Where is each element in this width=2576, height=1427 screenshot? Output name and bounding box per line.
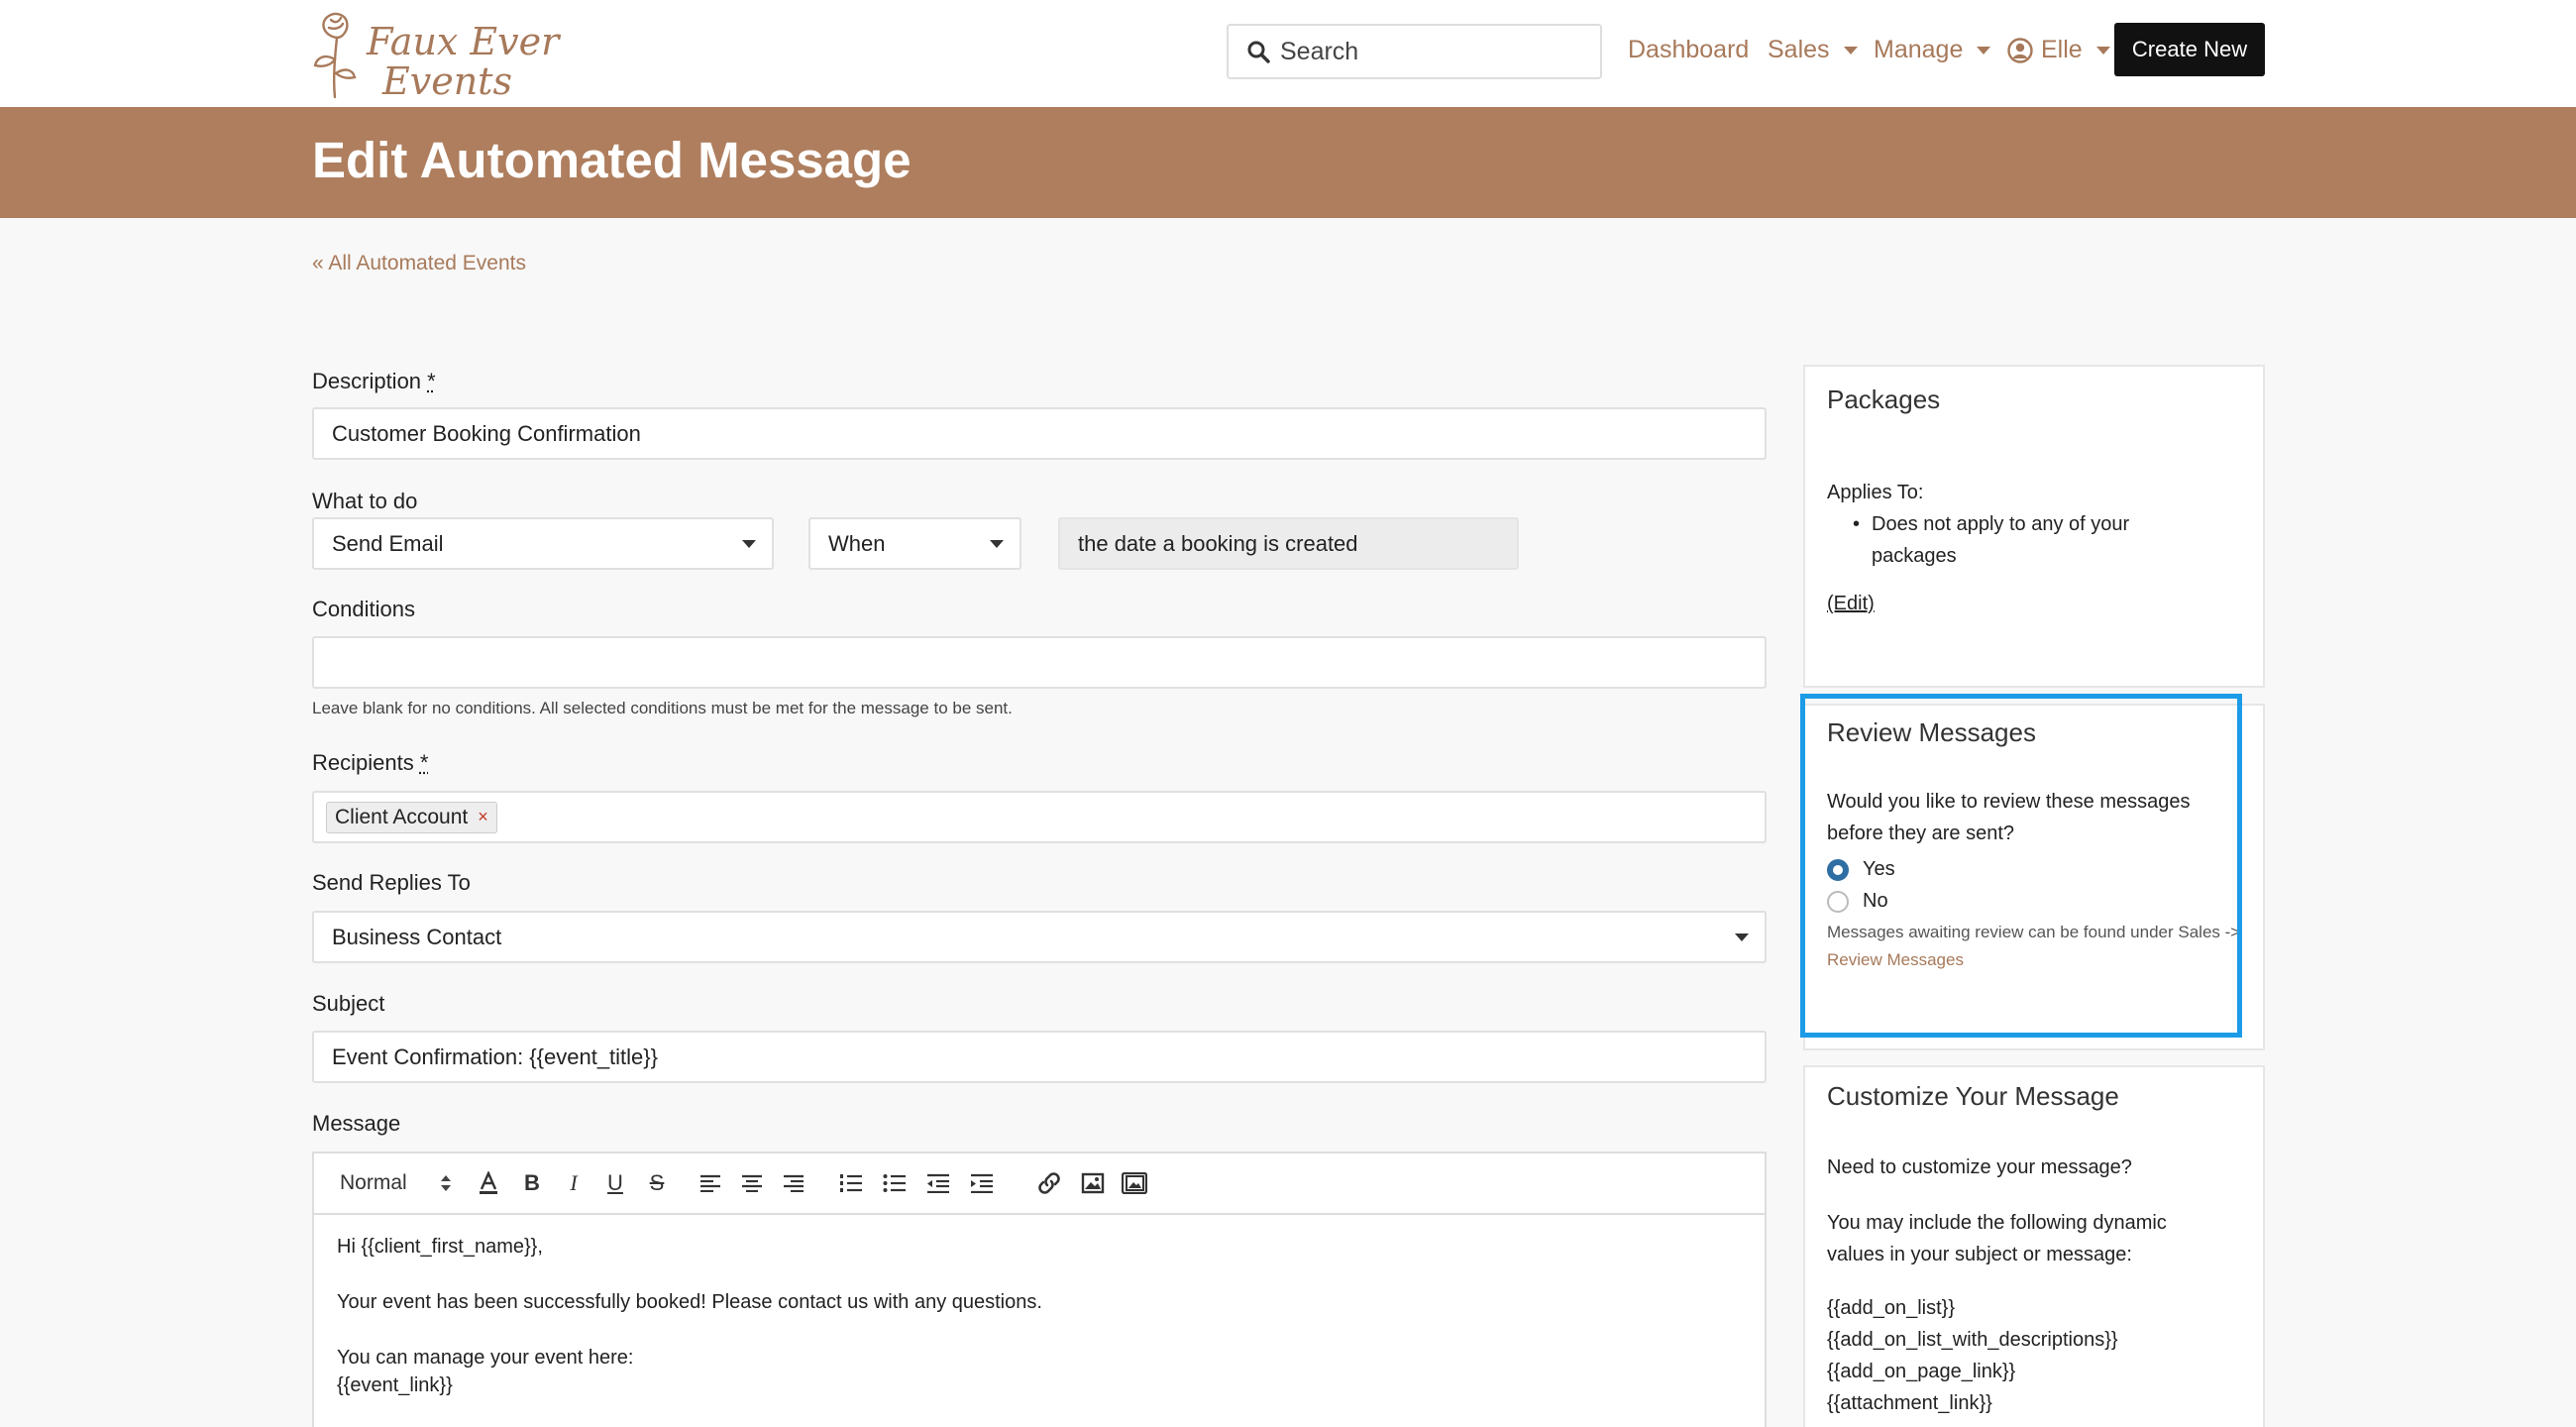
logo-text-line2: Events [382,59,512,103]
chevron-down-icon [2096,47,2110,55]
action-select[interactable]: Send Email [312,517,774,570]
page-title: Edit Automated Message [312,131,912,189]
subject-value: Event Confirmation: {{event_title}} [332,1044,658,1070]
conditions-help-text: Leave blank for no conditions. All selec… [312,699,1013,718]
conditions-input[interactable] [312,636,1767,689]
search-icon [1246,40,1270,63]
text-color-icon[interactable] [475,1166,502,1200]
description-label-text: Description [312,369,421,393]
recipient-tag-label: Client Account [335,806,468,829]
format-select[interactable]: Normal [340,1166,459,1200]
message-line: Hi {{client_first_name}}, [337,1233,1742,1261]
send-replies-label: Send Replies To [312,870,471,896]
user-avatar-icon [2007,38,2033,63]
message-editor[interactable]: Normal B I U S Hi {{client_first_name}},… [312,1152,1767,1427]
message-line [337,1316,1742,1344]
nav-sales-dropdown[interactable]: Sales [1768,36,1858,64]
conditions-label: Conditions [312,597,415,622]
message-line: Your event has been successfully booked!… [337,1288,1742,1316]
customize-message-card: Customize Your Message Need to customize… [1803,1065,2265,1427]
rose-icon [309,8,365,99]
applies-to-item: • Does not apply to any of your packages [1827,508,2241,572]
chevron-down-icon [742,540,756,548]
underline-icon[interactable]: U [601,1166,629,1200]
subject-input[interactable]: Event Confirmation: {{event_title}} [312,1031,1767,1083]
customize-explain: You may include the following dynamic va… [1827,1207,2223,1270]
bold-icon[interactable]: B [518,1166,546,1200]
chevron-down-icon [1844,47,1858,55]
top-navbar: Faux Ever Events Search Dashboard Sales … [0,0,2576,107]
description-input[interactable]: Customer Booking Confirmation [312,407,1767,460]
search-placeholder: Search [1280,38,1358,66]
timing-select[interactable]: When [808,517,1021,570]
recipients-input[interactable]: Client Account × [312,791,1767,843]
dynamic-value: {{add_on_list_with_descriptions}} [1827,1324,2241,1356]
timing-select-value: When [828,531,885,557]
message-label: Message [312,1111,400,1137]
dynamic-value: {{add_on_list}} [1827,1292,2241,1324]
italic-icon[interactable]: I [560,1166,588,1200]
sort-arrows-icon [439,1173,453,1193]
dynamic-value: {{add_on_page_link}} [1827,1356,2241,1387]
dynamic-values-list: {{add_on_list}} {{add_on_list_with_descr… [1827,1292,2241,1419]
editor-toolbar: Normal B I U S [314,1153,1765,1215]
send-replies-value: Business Contact [332,925,501,950]
required-marker: * [420,750,429,775]
image-icon[interactable] [1079,1166,1107,1200]
chevron-down-icon [990,540,1004,548]
applies-to-label: Applies To: [1827,477,2241,508]
message-line: {{event_link}} [337,1372,1742,1399]
logo-text-line1: Faux Ever [367,20,559,63]
nav-user-label: Elle [2041,36,2083,64]
what-to-do-label: What to do [312,489,417,514]
align-center-icon[interactable] [738,1166,766,1200]
message-body[interactable]: Hi {{client_first_name}}, Your event has… [314,1215,1765,1417]
brand-logo[interactable]: Faux Ever Events [309,6,527,101]
bullet-list-icon[interactable] [881,1166,909,1200]
ordered-list-icon[interactable] [837,1166,865,1200]
customize-title: Customize Your Message [1827,1081,2241,1112]
align-right-icon[interactable] [780,1166,807,1200]
recipients-label: Recipients * [312,750,428,776]
customize-intro: Need to customize your message? [1827,1152,2241,1183]
message-line: You can manage your event here: [337,1344,1742,1372]
nav-manage-label: Manage [1874,36,1963,64]
subject-label: Subject [312,991,384,1017]
remove-tag-icon[interactable]: × [478,807,488,827]
format-select-value: Normal [340,1171,407,1195]
trigger-field[interactable]: the date a booking is created [1058,517,1519,570]
packages-card: Packages Applies To: • Does not apply to… [1803,365,2265,688]
description-value: Customer Booking Confirmation [332,421,641,447]
recipient-tag[interactable]: Client Account × [326,802,497,833]
page-header-banner: Edit Automated Message [0,107,2576,218]
chevron-down-icon [1977,47,1990,55]
gallery-icon[interactable] [1121,1166,1148,1200]
edit-packages-link[interactable]: (Edit) [1827,588,1875,619]
nav-dashboard[interactable]: Dashboard [1628,36,1749,64]
nav-user-dropdown[interactable]: Elle [2007,36,2110,64]
indent-icon[interactable] [968,1166,996,1200]
packages-title: Packages [1827,384,2241,415]
chevron-down-icon [1735,933,1749,941]
nav-sales-label: Sales [1768,36,1830,64]
strikethrough-icon[interactable]: S [643,1166,671,1200]
highlight-box [1800,694,2242,1038]
link-icon[interactable] [1035,1166,1063,1200]
dynamic-value: {{attachment_link}} [1827,1387,2241,1419]
nav-manage-dropdown[interactable]: Manage [1874,36,1990,64]
send-replies-select[interactable]: Business Contact [312,911,1767,963]
align-left-icon[interactable] [697,1166,724,1200]
action-select-value: Send Email [332,531,444,557]
trigger-value: the date a booking is created [1078,531,1358,557]
required-marker: * [427,369,436,393]
message-line [337,1261,1742,1288]
description-label: Description * [312,369,436,394]
recipients-label-text: Recipients [312,750,414,775]
nav-dashboard-label: Dashboard [1628,36,1749,64]
search-input[interactable]: Search [1227,24,1602,79]
outdent-icon[interactable] [924,1166,952,1200]
applies-to-text: Does not apply to any of your packages [1872,508,2169,572]
back-to-automated-events-link[interactable]: « All Automated Events [312,252,526,275]
create-new-button[interactable]: Create New [2114,23,2265,76]
